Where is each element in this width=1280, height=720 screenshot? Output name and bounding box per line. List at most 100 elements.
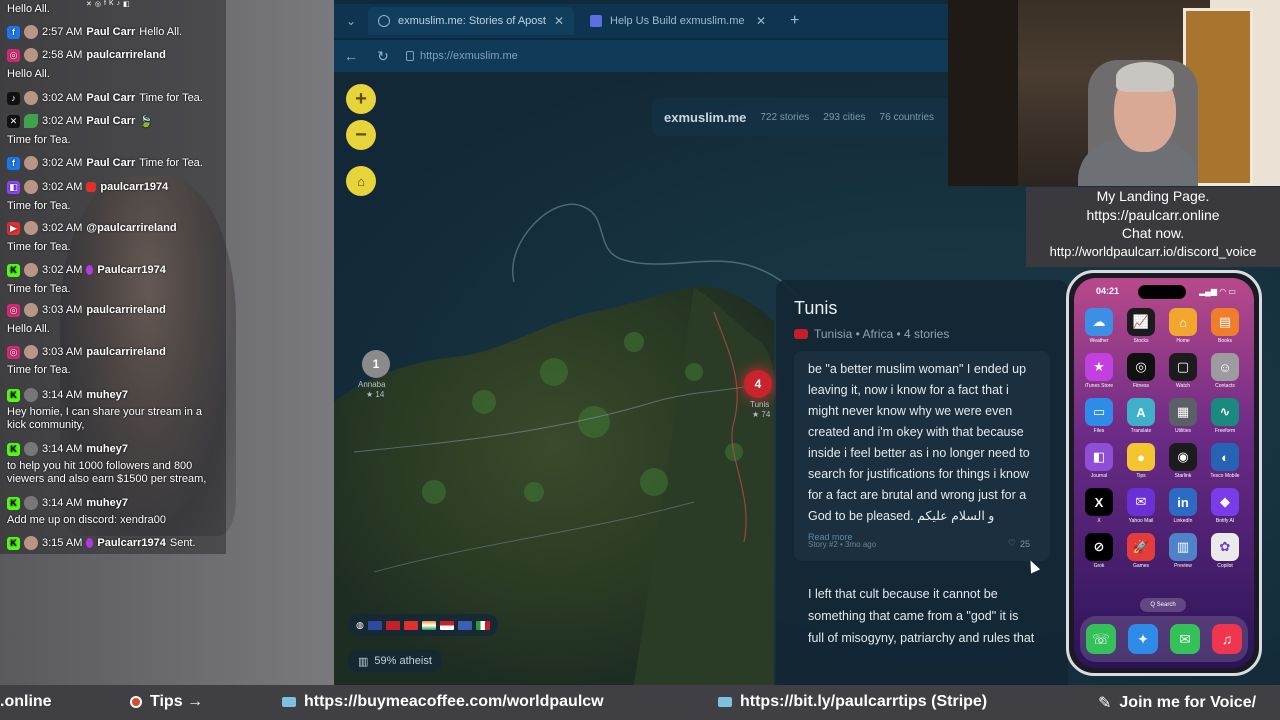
messages-icon[interactable]: ✉ xyxy=(1170,624,1200,654)
map-pin-tunis[interactable]: 4 xyxy=(744,370,772,398)
flag-icon[interactable] xyxy=(403,620,418,630)
app-botify-ai[interactable]: ◆ Botify AI xyxy=(1208,488,1242,524)
home-search-button[interactable]: Q Search xyxy=(1140,598,1186,612)
chat-message: f 2:57 AM Paul Carr Hello All. xyxy=(7,24,182,40)
chat-text: Hey homie, I can share your stream in a xyxy=(7,406,203,418)
zoom-out-button[interactable]: − xyxy=(346,120,376,150)
app-linkedin[interactable]: in LinkedIn xyxy=(1166,488,1200,524)
stocks-icon: 📈 xyxy=(1127,308,1155,336)
app-journal[interactable]: ◧ Journal xyxy=(1082,443,1116,479)
app-weather[interactable]: ☁ Weather xyxy=(1082,308,1116,344)
flag-filter-bar[interactable]: ◍ xyxy=(348,614,498,636)
app-copilot[interactable]: ✿ Copilot xyxy=(1208,533,1242,569)
safari-icon[interactable]: ✦ xyxy=(1128,624,1158,654)
app-games[interactable]: 🚀 Games xyxy=(1124,533,1158,569)
chat-time: 3:14 AM xyxy=(42,497,83,509)
starlink-icon: ◉ xyxy=(1169,443,1197,471)
ticker-item: .online xyxy=(0,693,52,710)
kick-icon: K xyxy=(7,496,20,510)
app-yahoo-mail[interactable]: ✉ Yahoo Mail xyxy=(1124,488,1158,524)
home-button[interactable]: ⌂ xyxy=(346,166,376,196)
chat-message: K 3:02 AM Paulcarr1974 xyxy=(7,262,166,278)
grok-icon: ⊘ xyxy=(1085,533,1113,561)
story-card[interactable]: I left that cult because it cannot be so… xyxy=(794,583,1050,649)
chat-panel: ✕ ◎ f K ♪ ◧ Hello All. f 2:57 AM Paul Carr… xyxy=(0,0,226,554)
chat-message: K 3:14 AM muhey7 xyxy=(7,441,128,457)
zoom-in-button[interactable]: + xyxy=(346,84,376,114)
youtube-icon: ▶ xyxy=(7,221,20,235)
phone-icon[interactable]: ☏ xyxy=(1086,624,1116,654)
app-home[interactable]: ⌂ Home xyxy=(1166,308,1200,344)
story-count: 722 stories xyxy=(760,111,810,123)
botify-ai-icon: ◆ xyxy=(1211,488,1239,516)
flag-us-icon[interactable] xyxy=(457,620,472,630)
app-x[interactable]: XX xyxy=(1082,488,1116,524)
flag-india-icon[interactable] xyxy=(421,620,436,630)
app-tips[interactable]: ● Tips xyxy=(1124,443,1158,479)
chat-text: Time for Tea. xyxy=(7,241,71,253)
status-icons: ▂▄▆ ◠ ▭ xyxy=(1199,287,1236,296)
app-watch[interactable]: ▢ Watch xyxy=(1166,353,1200,389)
tip-icon xyxy=(130,696,142,708)
app-utilities[interactable]: ▦ Utilities xyxy=(1166,398,1200,434)
chat-time: 3:02 AM xyxy=(42,222,83,234)
flag-icon[interactable] xyxy=(385,620,400,630)
files-icon: ▭ xyxy=(1085,398,1113,426)
chat-time: 3:15 AM xyxy=(42,537,83,549)
app-preview[interactable]: ▥ Preview xyxy=(1166,533,1200,569)
app-label: Utilities xyxy=(1174,428,1192,434)
ticker-item: ✎ Join me for Voice/ xyxy=(1098,694,1257,712)
app-itunes-store[interactable]: ★ iTunes Store xyxy=(1082,353,1116,389)
app-label: Preview xyxy=(1174,563,1192,569)
close-tab-icon[interactable]: ✕ xyxy=(554,14,564,28)
app-files[interactable]: ▭ Files xyxy=(1082,398,1116,434)
chat-text: Time for Tea. xyxy=(7,283,71,295)
landing-info: My Landing Page. https://paulcarr.online… xyxy=(1026,187,1280,267)
tab-list-dropdown[interactable]: ⌄ xyxy=(340,10,362,32)
like-button[interactable]: ♡ 25 xyxy=(1008,538,1030,549)
app-starlink[interactable]: ◉ Starlink xyxy=(1166,443,1200,479)
app-tesco-mobile[interactable]: ◐ Tesco Mobile xyxy=(1208,443,1242,479)
music-icon[interactable]: ♫ xyxy=(1212,624,1242,654)
chat-message: ✕ 3:02 AM Paul Carr 🍃 xyxy=(7,113,153,129)
tab-stories[interactable]: exmuslim.me: Stories of Apostasy ✕ xyxy=(368,7,574,35)
app-fitness[interactable]: ◎ Fitness xyxy=(1124,353,1158,389)
app-stocks[interactable]: 📈 Stocks xyxy=(1124,308,1158,344)
kick-icon: K xyxy=(7,263,20,277)
tab-help[interactable]: Help Us Build exmuslim.me ✕ xyxy=(580,7,776,35)
pin-sub-tunis: ★ 74 xyxy=(752,410,771,419)
tab-label: Help Us Build exmuslim.me xyxy=(610,15,745,27)
app-grok[interactable]: ⊘ Grok xyxy=(1082,533,1116,569)
new-tab-button[interactable]: + xyxy=(782,12,807,30)
app-contacts[interactable]: ☺ Contacts xyxy=(1208,353,1242,389)
app-label: Copilot xyxy=(1217,563,1233,569)
chat-now-label: Chat now. xyxy=(1121,225,1185,241)
url-field[interactable]: https://exmuslim.me xyxy=(406,50,518,62)
story-card[interactable]: be "a better muslim woman" I ended up le… xyxy=(794,351,1050,561)
pin-sub-annaba: ★ 14 xyxy=(366,390,385,399)
flag-uk-icon[interactable] xyxy=(367,620,382,630)
ticker-bar: .online Tips → https://buymeacoffee.com/… xyxy=(0,685,1280,720)
chat-username: Paul Carr xyxy=(86,157,136,169)
chat-message: ◎ 3:03 AM paulcarrireland xyxy=(7,344,166,360)
app-books[interactable]: ▤ Books xyxy=(1208,308,1242,344)
app-freeform[interactable]: ∿ Freeform xyxy=(1208,398,1242,434)
instagram-icon: ◎ xyxy=(94,1,101,8)
close-tab-icon[interactable]: ✕ xyxy=(756,14,766,28)
map-pin-annaba[interactable]: 1 xyxy=(362,350,390,378)
instagram-icon: ◎ xyxy=(7,303,20,317)
flag-icon[interactable] xyxy=(475,620,490,630)
city-card: Tunis Tunisia • Africa • 4 stories be "a… xyxy=(776,280,1068,685)
chat-username: Paulcarr1974 xyxy=(97,537,166,549)
app-translate[interactable]: A Translate xyxy=(1124,398,1158,434)
chat-message: K 3:14 AM muhey7 xyxy=(7,495,128,511)
x-icon: ✕ xyxy=(86,1,92,8)
reload-icon[interactable]: ↻ xyxy=(374,48,392,65)
flag-icon[interactable] xyxy=(439,620,454,630)
app-label: Journal xyxy=(1090,473,1108,479)
chat-text: Time for Tea. xyxy=(139,92,203,104)
avatar xyxy=(24,25,38,39)
back-arrow-icon[interactable]: ← xyxy=(342,48,360,64)
chat-time: 3:02 AM xyxy=(42,264,83,276)
chat-message: ◧ 3:02 AM paulcarr1974 xyxy=(7,179,168,195)
